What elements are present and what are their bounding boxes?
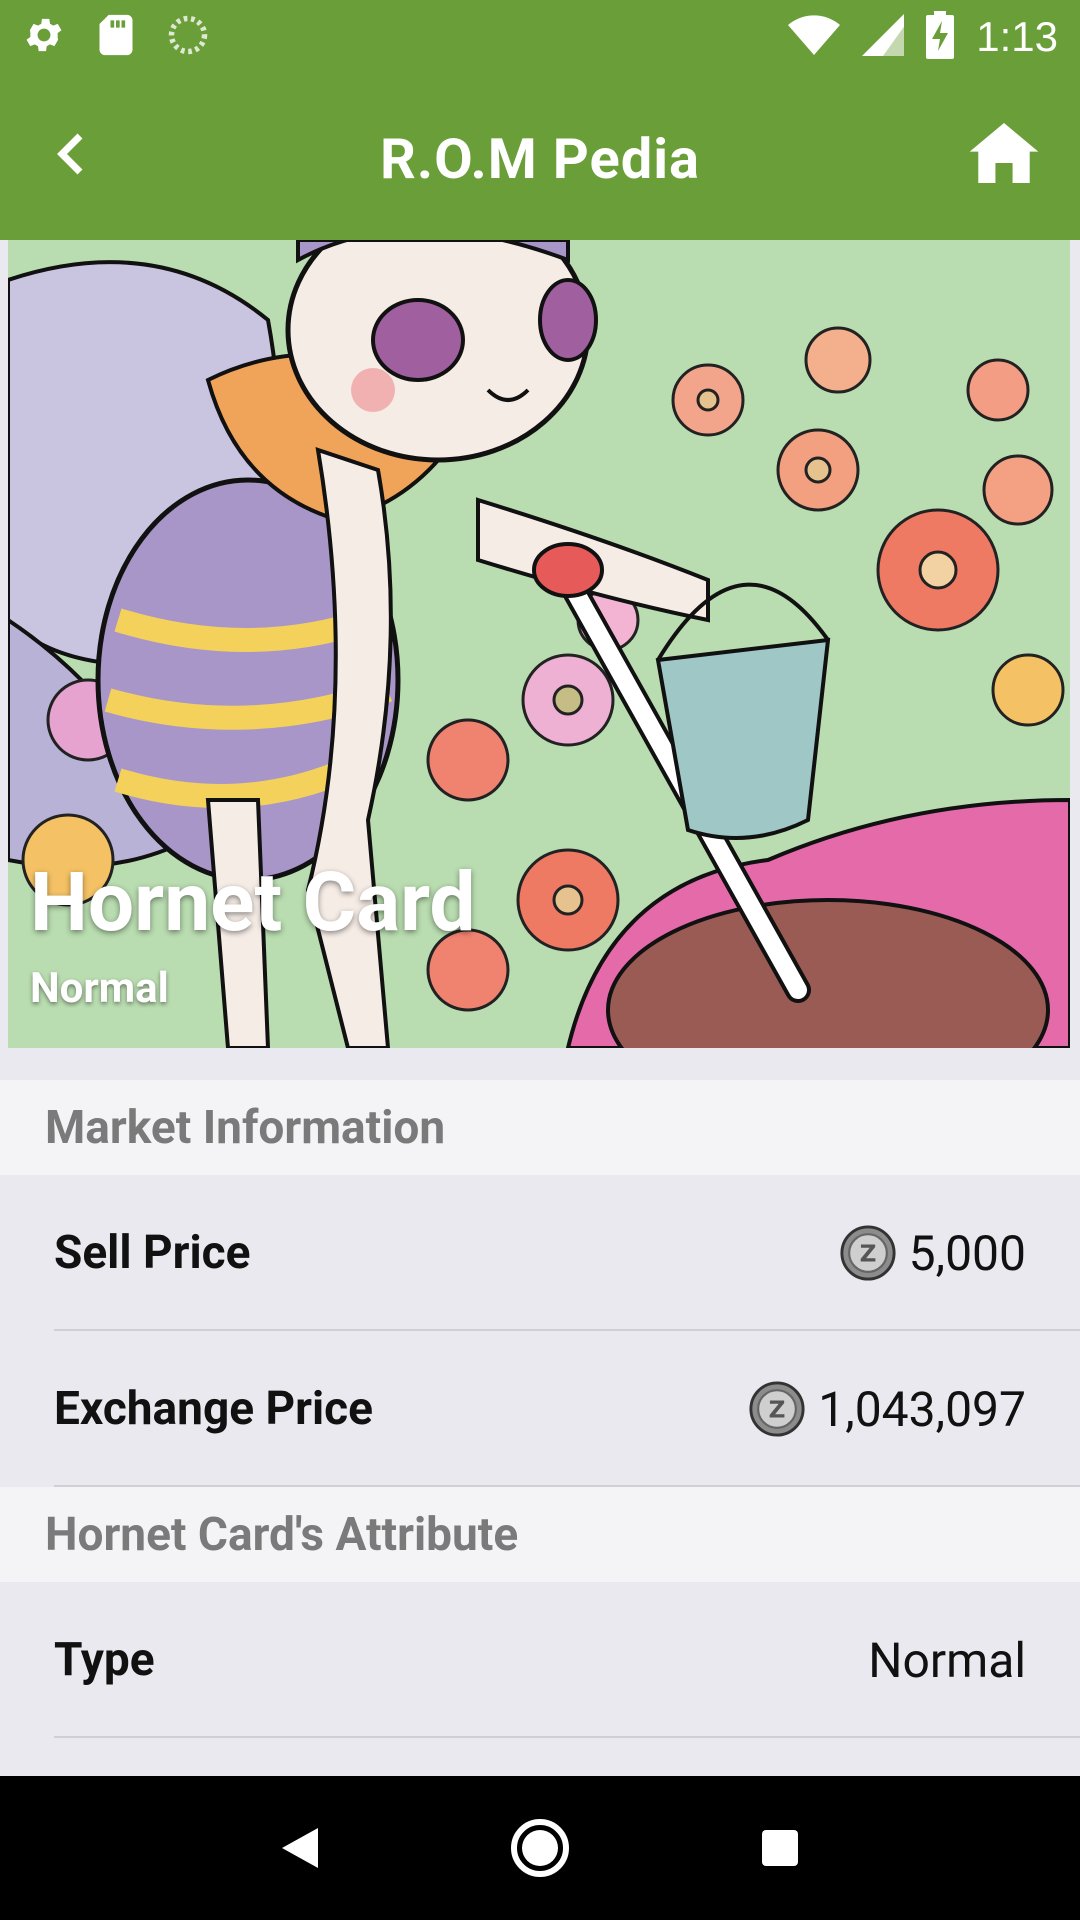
sell-price-label: Sell Price (54, 1226, 251, 1280)
nav-back-button[interactable] (260, 1808, 340, 1888)
home-icon (969, 123, 1039, 183)
exchange-price-value: 1,043,097 (818, 1380, 1026, 1438)
wifi-icon (788, 14, 841, 60)
zeny-coin-icon: Z (749, 1381, 805, 1437)
market-information-header: Market Information (0, 1080, 1080, 1175)
app-bar: R.O.M Pedia (0, 74, 1080, 240)
nav-back-icon (282, 1828, 318, 1868)
status-left (22, 13, 210, 61)
nav-home-button[interactable] (500, 1808, 580, 1888)
sell-price-value-group: Z 5,000 (839, 1224, 1026, 1282)
type-value: Normal (868, 1631, 1026, 1689)
exchange-price-row: Exchange Price Z 1,043,097 (0, 1331, 1080, 1487)
sell-price-value: 5,000 (908, 1224, 1026, 1282)
nav-recents-button[interactable] (740, 1808, 820, 1888)
card-title: Hornet Card (30, 855, 476, 951)
status-time: 1:13 (976, 13, 1058, 60)
app-title: R.O.M Pedia (379, 126, 701, 192)
zeny-coin-icon: Z (840, 1225, 896, 1281)
exchange-price-label: Exchange Price (54, 1382, 373, 1436)
navigation-bar (0, 1776, 1080, 1920)
divider (54, 1736, 1080, 1738)
svg-text:Z: Z (859, 1241, 876, 1268)
home-button[interactable] (964, 118, 1044, 188)
gear-icon (22, 13, 66, 61)
type-label: Type (54, 1633, 155, 1687)
status-bar: 1:13 (0, 0, 1080, 74)
card-subtitle: Normal (30, 964, 169, 1013)
type-row: Type Normal (0, 1582, 1080, 1738)
card-hero-image: Hornet Card Normal (8, 240, 1070, 1048)
nav-home-icon (511, 1819, 569, 1877)
svg-text:Z: Z (769, 1397, 786, 1424)
battery-charging-icon (926, 11, 955, 63)
signal-icon (862, 14, 905, 60)
nav-recents-icon (762, 1830, 798, 1866)
attribute-header: Hornet Card's Attribute (0, 1487, 1080, 1582)
exchange-price-value-group: Z 1,043,097 (748, 1380, 1026, 1438)
status-right: 1:13 (788, 11, 1058, 63)
sync-icon (166, 13, 210, 61)
sell-price-row: Sell Price Z 5,000 (0, 1175, 1080, 1331)
sd-card-icon (96, 13, 136, 61)
